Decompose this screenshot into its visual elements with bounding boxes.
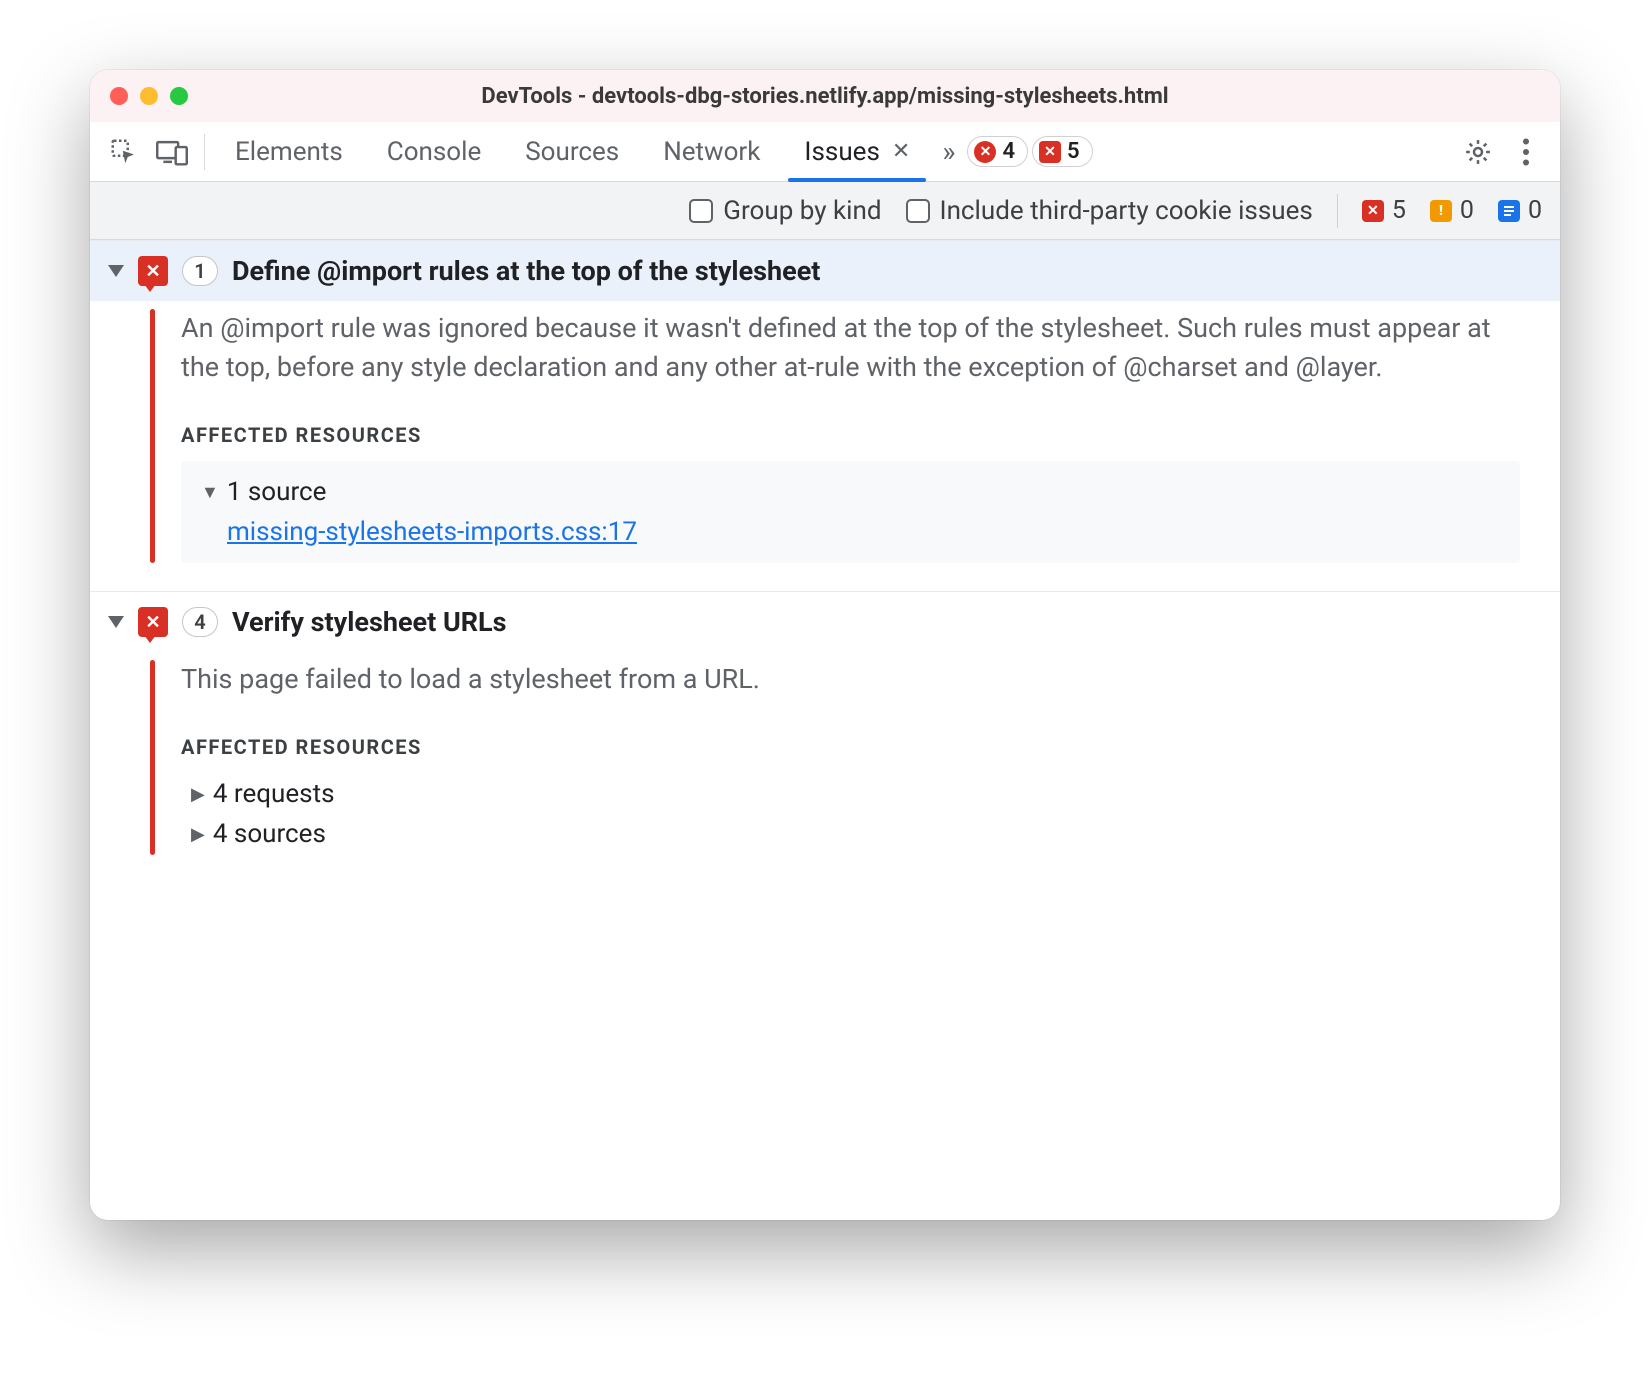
info-counter[interactable]: 0 (1498, 196, 1542, 225)
warning-count: 0 (1460, 196, 1474, 225)
affected-resources-label: AFFECTED RESOURCES (181, 423, 1520, 447)
settings-gear-icon[interactable] (1456, 130, 1500, 174)
more-options-icon[interactable] (1504, 130, 1548, 174)
chevron-down-icon (108, 616, 124, 628)
affected-resources-box: ▼ 1 source missing-stylesheets-imports.c… (181, 461, 1520, 563)
warning-counter[interactable]: ! 0 (1430, 196, 1474, 225)
error-count: 5 (1392, 196, 1406, 225)
error-counter[interactable]: ✕ 5 (1362, 196, 1406, 225)
checkbox-box (906, 199, 930, 223)
include-third-party-label: Include third-party cookie issues (940, 196, 1313, 226)
requests-summary-row[interactable]: ▶ 4 requests (191, 779, 1520, 809)
zoom-window-button[interactable] (170, 87, 188, 105)
issue-header[interactable]: ✕ 4 Verify stylesheet URLs (90, 592, 1560, 652)
close-tab-icon[interactable]: ✕ (892, 139, 910, 164)
issue-body: An @import rule was ignored because it w… (90, 301, 1560, 591)
warning-icon: ! (1430, 200, 1452, 222)
error-count-value: 4 (1002, 139, 1015, 164)
issue-count-value: 5 (1067, 139, 1080, 164)
devtools-window: DevTools - devtools-dbg-stories.netlify.… (90, 70, 1560, 1220)
page-error-icon: ✕ (138, 607, 168, 637)
tabbar-separator (204, 134, 205, 170)
info-count: 0 (1528, 196, 1542, 225)
severity-bar (150, 660, 155, 855)
tab-elements[interactable]: Elements (215, 122, 363, 181)
issue-description: This page failed to load a stylesheet fr… (181, 660, 1520, 699)
issue-item: ✕ 1 Define @import rules at the top of t… (90, 240, 1560, 591)
tab-network[interactable]: Network (643, 122, 780, 181)
include-third-party-checkbox[interactable]: Include third-party cookie issues (906, 196, 1313, 226)
toolbar-separator (1337, 194, 1338, 228)
issue-square-icon: ✕ (1039, 141, 1061, 163)
affected-resources-label: AFFECTED RESOURCES (181, 735, 1520, 759)
traffic-lights (110, 87, 188, 105)
chevron-right-icon: ▶ (191, 824, 205, 845)
error-circle-icon: ✕ (974, 141, 996, 163)
error-icon: ✕ (1362, 200, 1384, 222)
group-by-kind-checkbox[interactable]: Group by kind (689, 196, 881, 226)
sources-summary-row[interactable]: ▼ 1 source (201, 477, 1500, 507)
issue-title: Define @import rules at the top of the s… (232, 255, 820, 287)
chevron-down-icon (108, 265, 124, 277)
issue-description: An @import rule was ignored because it w… (181, 309, 1520, 387)
tab-elements-label: Elements (235, 137, 343, 167)
close-window-button[interactable] (110, 87, 128, 105)
requests-summary-text: 4 requests (213, 779, 335, 809)
tab-sources-label: Sources (525, 137, 619, 167)
sources-summary-text: 1 source (227, 477, 327, 507)
issue-title: Verify stylesheet URLs (232, 606, 507, 638)
tab-console-label: Console (387, 137, 481, 167)
affected-resources-list: ▶ 4 requests ▶ 4 sources (181, 773, 1520, 855)
group-by-kind-label: Group by kind (723, 196, 881, 226)
checkbox-box (689, 199, 713, 223)
info-icon (1498, 200, 1520, 222)
window-title: DevTools - devtools-dbg-stories.netlify.… (90, 84, 1560, 109)
device-toolbar-icon[interactable] (150, 130, 194, 174)
issue-count-pill[interactable]: ✕ 5 (1032, 136, 1093, 167)
issue-occurrence-count: 1 (182, 256, 218, 286)
sources-summary-text: 4 sources (213, 819, 326, 849)
devtools-tabbar: Elements Console Sources Network Issues … (90, 122, 1560, 182)
error-count-pill[interactable]: ✕ 4 (967, 136, 1028, 167)
tab-network-label: Network (663, 137, 760, 167)
chevron-right-icon: ▶ (191, 784, 205, 805)
issues-toolbar: Group by kind Include third-party cookie… (90, 182, 1560, 240)
minimize-window-button[interactable] (140, 87, 158, 105)
chevron-down-icon: ▼ (201, 482, 219, 503)
severity-bar (150, 309, 155, 563)
sources-summary-row[interactable]: ▶ 4 sources (191, 819, 1520, 849)
more-tabs-icon[interactable]: » (934, 135, 963, 168)
window-titlebar: DevTools - devtools-dbg-stories.netlify.… (90, 70, 1560, 122)
tab-console[interactable]: Console (367, 122, 501, 181)
page-error-icon: ✕ (138, 256, 168, 286)
issues-list: ✕ 1 Define @import rules at the top of t… (90, 240, 1560, 1220)
tab-sources[interactable]: Sources (505, 122, 639, 181)
issue-item: ✕ 4 Verify stylesheet URLs This page fai… (90, 591, 1560, 883)
inspect-element-icon[interactable] (102, 130, 146, 174)
issue-occurrence-count: 4 (182, 607, 218, 637)
source-link[interactable]: missing-stylesheets-imports.css:17 (227, 517, 637, 547)
tab-issues-label: Issues (804, 137, 879, 167)
tab-issues[interactable]: Issues ✕ (784, 122, 930, 181)
issue-header[interactable]: ✕ 1 Define @import rules at the top of t… (90, 241, 1560, 301)
issue-body: This page failed to load a stylesheet fr… (90, 652, 1560, 883)
